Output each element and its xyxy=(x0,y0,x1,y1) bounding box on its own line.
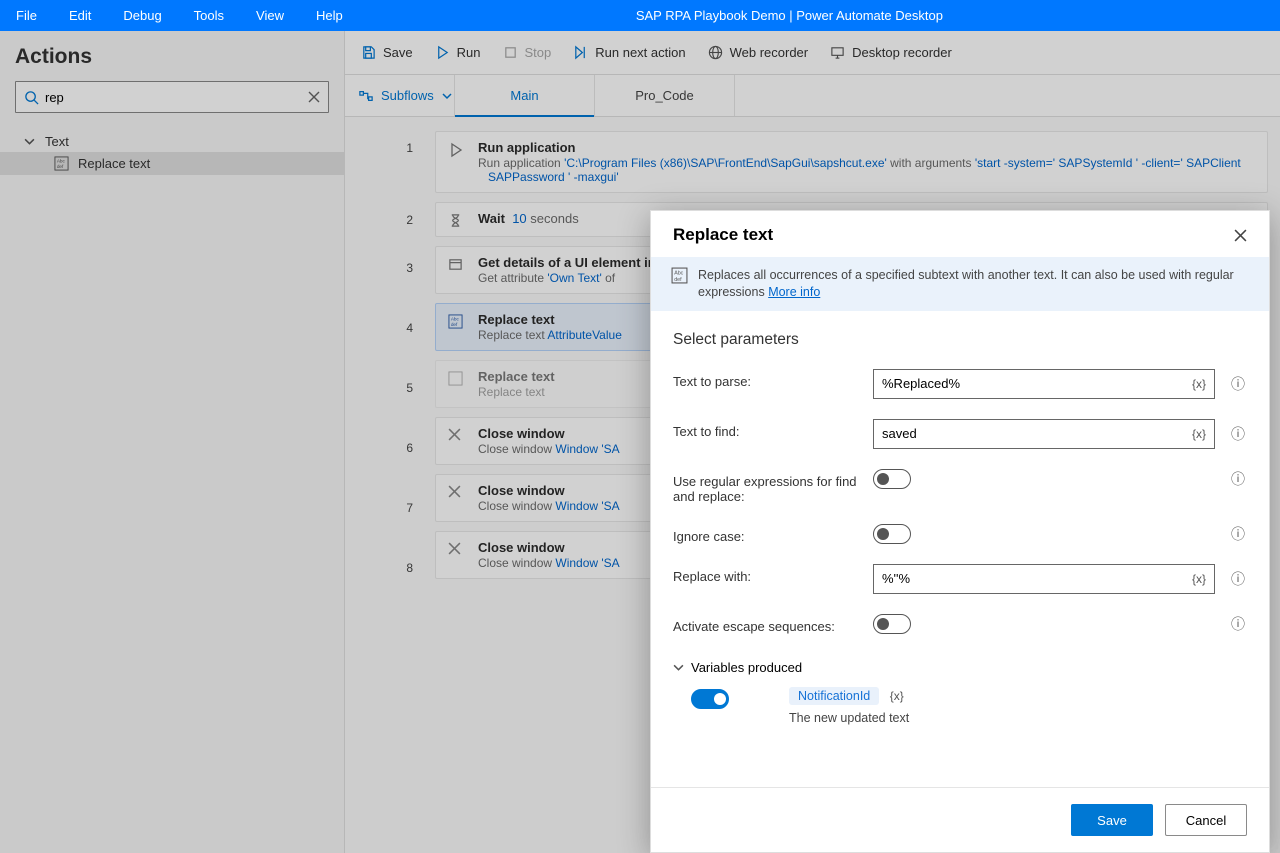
close-dialog-button[interactable] xyxy=(1234,229,1247,242)
toggle-ignore-case[interactable] xyxy=(873,524,911,544)
dialog-footer: Save Cancel xyxy=(651,787,1269,852)
variables-produced-body: NotificationId {x} The new updated text xyxy=(651,675,1269,725)
input-replace-with[interactable]: %''%{x} xyxy=(873,564,1215,594)
menu-tools[interactable]: Tools xyxy=(178,0,240,31)
menu-edit[interactable]: Edit xyxy=(53,0,107,31)
menu-help[interactable]: Help xyxy=(300,0,359,31)
help-icon[interactable]: ⓘ xyxy=(1229,469,1247,489)
menu-debug[interactable]: Debug xyxy=(107,0,177,31)
more-info-link[interactable]: More info xyxy=(768,285,820,299)
variable-picker-icon[interactable]: {x} xyxy=(1192,377,1206,391)
label-ignore-case: Ignore case: xyxy=(673,524,873,544)
menus: File Edit Debug Tools View Help xyxy=(0,0,359,31)
dialog-info-banner: Abcdef Replaces all occurrences of a spe… xyxy=(651,257,1269,311)
variable-picker-icon[interactable]: {x} xyxy=(1192,427,1206,441)
input-text-to-parse[interactable]: %Replaced%{x} xyxy=(873,369,1215,399)
parameters-heading: Select parameters xyxy=(651,311,1269,349)
label-escape-sequences: Activate escape sequences: xyxy=(673,614,873,634)
variable-type-icon: {x} xyxy=(890,689,904,703)
variables-produced-toggle[interactable]: Variables produced xyxy=(651,654,1269,675)
svg-text:Abc: Abc xyxy=(674,270,683,276)
help-icon[interactable]: ⓘ xyxy=(1229,569,1247,589)
dialog-description: Replaces all occurrences of a specified … xyxy=(698,267,1249,301)
label-text-to-find: Text to find: xyxy=(673,419,873,439)
svg-text:def: def xyxy=(674,277,682,283)
help-icon[interactable]: ⓘ xyxy=(1229,424,1247,444)
toggle-output-variable[interactable] xyxy=(691,689,729,709)
chevron-down-icon xyxy=(673,662,684,673)
info-icon: Abcdef xyxy=(671,267,688,301)
label-text-to-parse: Text to parse: xyxy=(673,369,873,389)
label-use-regex: Use regular expressions for find and rep… xyxy=(673,469,873,504)
toggle-use-regex[interactable] xyxy=(873,469,911,489)
input-text-to-find[interactable]: saved{x} xyxy=(873,419,1215,449)
resize-grip-icon[interactable]: ◢ xyxy=(1270,840,1278,851)
replace-text-dialog: Replace text Abcdef Replaces all occurre… xyxy=(650,210,1270,853)
menu-file[interactable]: File xyxy=(0,0,53,31)
output-variable-chip[interactable]: NotificationId xyxy=(789,687,879,705)
help-icon[interactable]: ⓘ xyxy=(1229,524,1247,544)
help-icon[interactable]: ⓘ xyxy=(1229,374,1247,394)
variables-produced-label: Variables produced xyxy=(691,660,802,675)
dialog-save-button[interactable]: Save xyxy=(1071,804,1153,836)
toggle-escape-sequences[interactable] xyxy=(873,614,911,634)
dialog-cancel-button[interactable]: Cancel xyxy=(1165,804,1247,836)
window-title: SAP RPA Playbook Demo | Power Automate D… xyxy=(359,8,1280,23)
help-icon[interactable]: ⓘ xyxy=(1229,614,1247,634)
variable-picker-icon[interactable]: {x} xyxy=(1192,572,1206,586)
dialog-title: Replace text xyxy=(673,225,773,245)
menu-view[interactable]: View xyxy=(240,0,300,31)
parameters: Text to parse: %Replaced%{x} ⓘ Text to f… xyxy=(651,349,1269,654)
menu-bar: File Edit Debug Tools View Help SAP RPA … xyxy=(0,0,1280,31)
label-replace-with: Replace with: xyxy=(673,564,873,584)
output-variable-description: The new updated text xyxy=(789,711,909,725)
